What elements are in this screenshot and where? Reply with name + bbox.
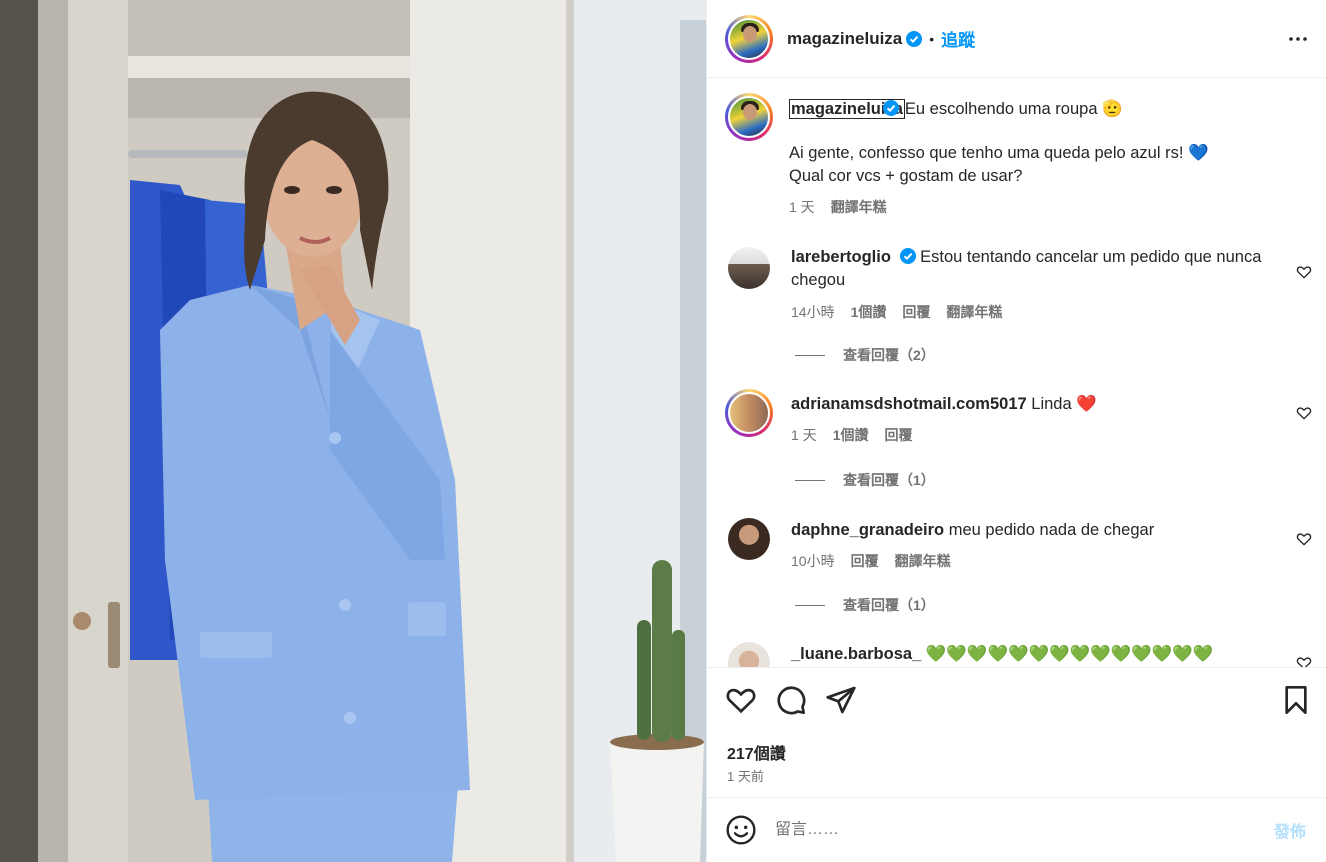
reply-button[interactable]: 回覆 [884, 424, 912, 447]
view-replies-label: 查看回覆（2） [843, 347, 935, 363]
comment-item: daphne_granadeiro meu pedido nada de che… [725, 515, 1312, 573]
commenter-avatar[interactable] [728, 518, 770, 560]
separator-dot: • [929, 30, 935, 47]
author-avatar[interactable] [725, 14, 773, 63]
comment-input[interactable] [775, 821, 1274, 839]
comment-like-icon[interactable] [1296, 531, 1312, 547]
commenter-avatar[interactable] [728, 642, 770, 667]
verified-badge-icon [882, 100, 899, 116]
caption-line-2: Qual cor vcs + gostam de usar? [789, 167, 1023, 185]
smiley-icon[interactable] [725, 814, 757, 846]
caption-avatar[interactable] [725, 93, 773, 141]
author-username[interactable]: magazineluiza [787, 29, 902, 49]
more-options-button[interactable] [1286, 27, 1310, 51]
comment-text: Linda ❤️ [1031, 395, 1097, 413]
commenter-avatar[interactable] [728, 247, 770, 289]
comment-username[interactable]: larebertoglio [791, 248, 891, 266]
comment-like-icon[interactable] [1296, 405, 1312, 421]
comment-text: meu pedido nada de chegar [948, 521, 1155, 539]
view-replies-label: 查看回覆（1） [843, 597, 935, 613]
post-image [0, 0, 706, 862]
comment-bubble-icon[interactable] [775, 684, 807, 716]
more-horizontal-icon [1289, 36, 1307, 41]
likes-count[interactable]: 217個讚 [727, 740, 786, 764]
avatar-image [728, 96, 770, 138]
caption-title: Eu escolhendo uma roupa 🫡 [904, 100, 1123, 118]
post-detail-panel: magazineluiza • 追蹤 magazineluiza Eu esco… [706, 0, 1326, 862]
comment-item: adrianamsdshotmail.com5017 Linda ❤️ 1 天 … [725, 389, 1312, 447]
caption-line-1: Ai gente, confesso que tenho uma queda p… [789, 144, 1209, 162]
post-caption: magazineluiza Eu escolhendo uma roupa 🫡 A… [725, 93, 1312, 219]
comment-composer: 發佈 [707, 797, 1326, 862]
verified-badge-icon [906, 30, 923, 47]
heart-icon[interactable] [725, 684, 757, 716]
comment-like-icon[interactable] [1296, 655, 1312, 667]
comment-time[interactable]: 10小時 [791, 550, 835, 573]
comment-item: larebertoglio Estou tentando cancelar um… [725, 244, 1312, 324]
post-comment-button[interactable]: 發佈 [1274, 818, 1306, 842]
bookmark-icon[interactable] [1280, 684, 1312, 716]
follow-button[interactable]: 追蹤 [941, 26, 975, 51]
comment-time[interactable]: 1 天 [791, 424, 817, 447]
view-replies-button[interactable]: 查看回覆（2） [795, 345, 935, 365]
comment-item: _luane.barbosa_ 💚💚💚💚💚💚💚💚💚💚💚💚💚💚 [725, 639, 1312, 667]
avatar-image [728, 392, 770, 434]
comment-username[interactable]: adrianamsdshotmail.com5017 [791, 395, 1027, 413]
post-timestamp[interactable]: 1 天前 [727, 766, 764, 785]
commenter-avatar[interactable] [725, 389, 773, 437]
view-replies-button[interactable]: 查看回覆（1） [795, 470, 935, 490]
caption-time[interactable]: 1 天 [789, 196, 815, 219]
post-actions: 217個讚 1 天前 [707, 667, 1326, 797]
comments-list[interactable]: magazineluiza Eu escolhendo uma roupa 🫡 A… [707, 79, 1326, 667]
reply-button[interactable]: 回覆 [851, 550, 879, 573]
comment-like-icon[interactable] [1296, 264, 1312, 280]
comment-likes[interactable]: 1個讚 [833, 424, 869, 447]
comment-likes[interactable]: 1個讚 [851, 301, 887, 324]
view-replies-button[interactable]: 查看回覆（1） [795, 595, 935, 615]
translate-button[interactable]: 翻譯年糕 [895, 550, 951, 573]
comment-username[interactable]: _luane.barbosa_ [791, 645, 921, 663]
comment-username[interactable]: daphne_granadeiro [791, 521, 944, 539]
comment-time[interactable]: 14小時 [791, 301, 835, 324]
comment-text: 💚💚💚💚💚💚💚💚💚💚💚💚💚💚 [925, 645, 1214, 663]
avatar-image [728, 17, 770, 60]
paper-plane-icon[interactable] [825, 684, 857, 716]
reply-button[interactable]: 回覆 [902, 301, 930, 324]
verified-badge-icon [899, 248, 916, 264]
post-header: magazineluiza • 追蹤 [707, 0, 1326, 78]
caption-translate[interactable]: 翻譯年糕 [831, 196, 887, 219]
view-replies-label: 查看回覆（1） [843, 472, 935, 488]
translate-button[interactable]: 翻譯年糕 [946, 301, 1002, 324]
